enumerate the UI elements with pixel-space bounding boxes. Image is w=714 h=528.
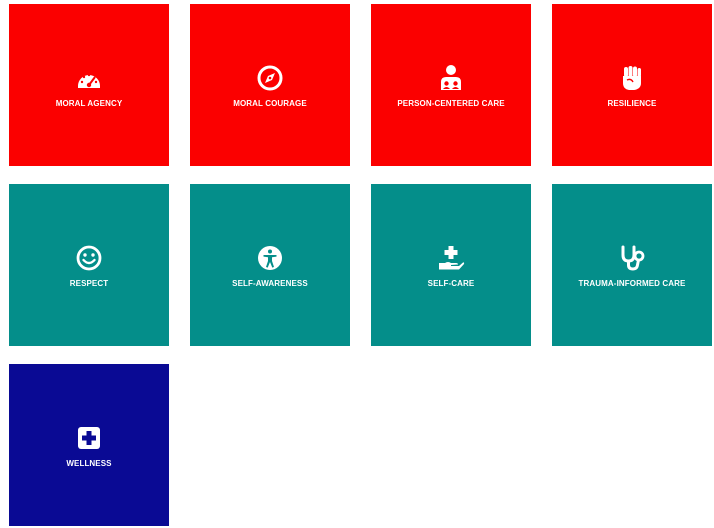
accessibility-person-icon: [255, 243, 285, 273]
stethoscope-icon: [617, 243, 647, 273]
tile-respect[interactable]: RESPECT: [9, 184, 169, 346]
tile-person-centered-care[interactable]: PERSON-CENTERED CARE: [371, 4, 531, 166]
raised-fist-icon: [617, 63, 647, 93]
tile-label: RESPECT: [69, 278, 109, 288]
topic-tile-grid: MORAL AGENCY MORAL COURAGE PERSON-CENTER…: [9, 4, 712, 526]
tile-label: SELF-AWARENESS: [232, 278, 308, 288]
tile-resilience[interactable]: RESILIENCE: [552, 4, 712, 166]
tile-label: SELF-CARE: [427, 278, 475, 288]
tile-label: RESILIENCE: [607, 98, 657, 108]
tile-label: PERSON-CENTERED CARE: [397, 98, 505, 108]
tile-self-care[interactable]: SELF-CARE: [371, 184, 531, 346]
tile-wellness[interactable]: WELLNESS: [9, 364, 169, 526]
hand-holding-medical-icon: [436, 243, 466, 273]
tile-label: MORAL AGENCY: [55, 98, 123, 108]
smiley-face-icon: [74, 243, 104, 273]
tile-label: WELLNESS: [66, 458, 112, 468]
tile-label: MORAL COURAGE: [233, 98, 307, 108]
medical-plus-square-icon: [74, 423, 104, 453]
tile-label: TRAUMA-INFORMED CARE: [578, 278, 686, 288]
tile-moral-agency[interactable]: MORAL AGENCY: [9, 4, 169, 166]
compass-icon: [255, 63, 285, 93]
tile-trauma-informed-care[interactable]: TRAUMA-INFORMED CARE: [552, 184, 712, 346]
tile-moral-courage[interactable]: MORAL COURAGE: [190, 4, 350, 166]
speedometer-icon: [74, 63, 104, 93]
tile-self-awareness[interactable]: SELF-AWARENESS: [190, 184, 350, 346]
user-group-icon: [436, 63, 466, 93]
